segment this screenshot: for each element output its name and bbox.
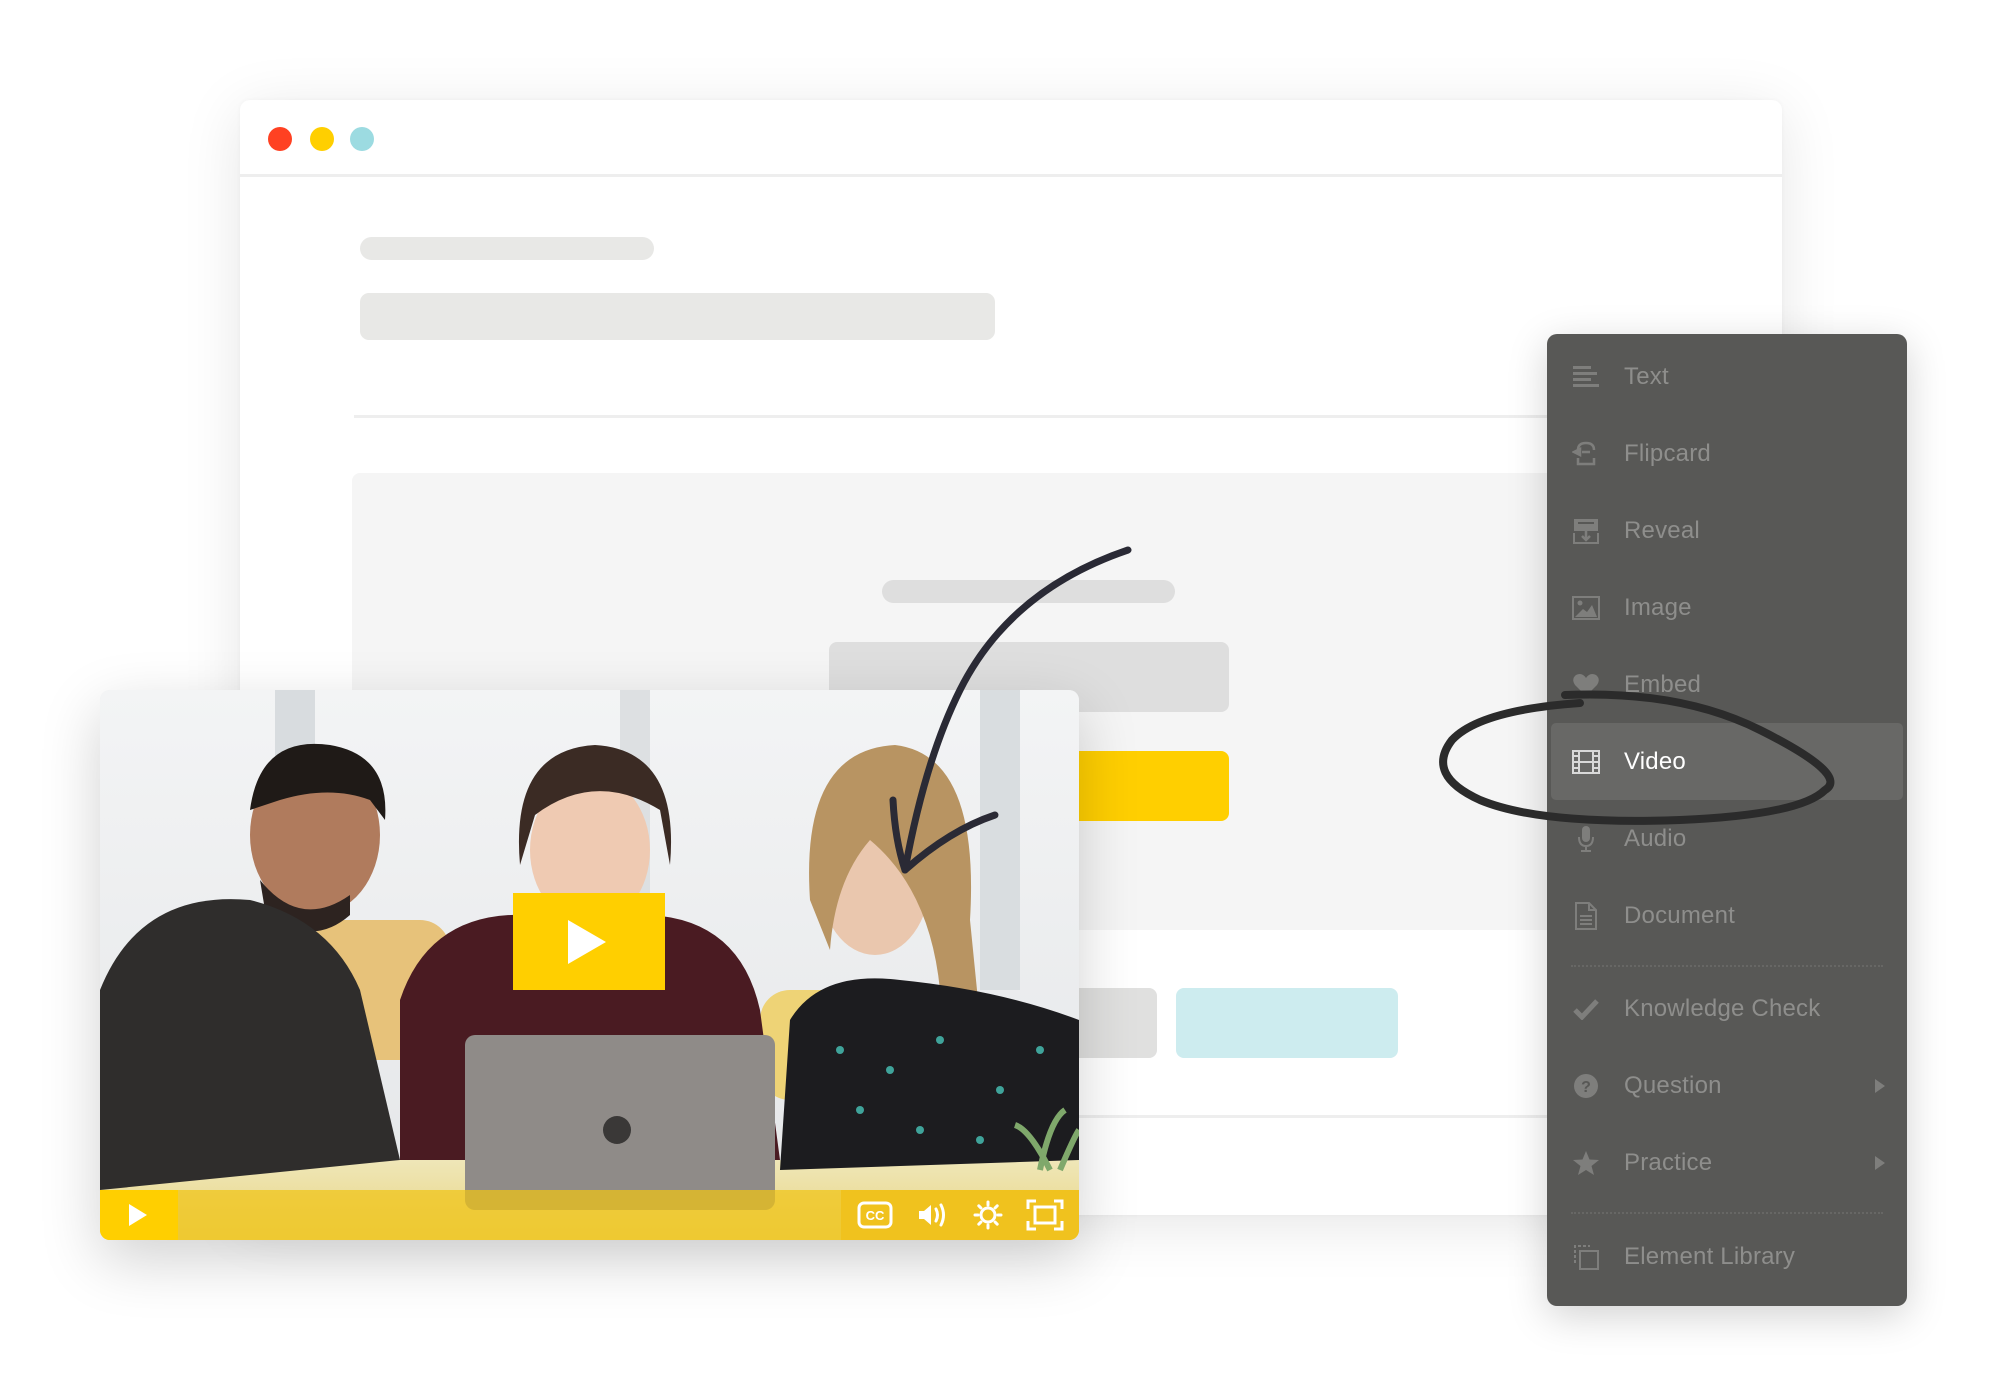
copy-stack-icon [1571,1242,1601,1272]
cc-icon: CC [857,1201,893,1229]
menu-item-document[interactable]: Document [1551,877,1903,954]
captions-button[interactable]: CC [855,1197,895,1233]
window-minimize-button[interactable] [310,127,334,151]
window-titlebar [240,100,1782,177]
flipcard-icon [1571,439,1601,469]
film-icon [1571,747,1601,777]
play-icon [568,920,606,964]
skeleton-title-short [360,237,654,260]
microphone-icon [1571,824,1601,854]
menu-item-video[interactable]: Video [1551,723,1903,800]
play-icon [129,1204,147,1226]
submenu-arrow-icon [1875,1155,1885,1170]
menu-item-flipcard[interactable]: Flipcard [1551,415,1903,492]
menu-item-text[interactable]: Text [1551,338,1903,415]
content-divider [354,415,1554,418]
text-lines-icon [1571,362,1601,392]
fullscreen-icon [1026,1199,1064,1231]
menu-item-reveal[interactable]: Reveal [1551,492,1903,569]
star-icon [1571,1148,1601,1178]
menu-item-question[interactable]: ? Question [1551,1047,1903,1124]
document-icon [1571,901,1601,931]
menu-item-label: Flipcard [1624,439,1711,467]
gear-icon [973,1200,1003,1230]
menu-item-label: Embed [1624,670,1702,698]
menu-item-knowledge-check[interactable]: Knowledge Check [1551,970,1903,1047]
menu-item-embed[interactable]: Embed [1551,646,1903,723]
menu-item-label: Reveal [1624,516,1700,544]
video-control-bar: CC [100,1190,1079,1240]
big-play-button[interactable] [513,893,665,990]
image-icon [1571,593,1601,623]
settings-button[interactable] [968,1197,1008,1233]
menu-item-element-library[interactable]: Element Library [1551,1218,1903,1295]
menu-separator [1571,965,1883,967]
skeleton-block-heading [882,580,1175,603]
insert-block-menu: Text Flipcard Reveal Image Embed Video A… [1547,334,1907,1306]
skeleton-cyan-button[interactable] [1176,988,1398,1058]
menu-item-label: Image [1624,593,1692,621]
svg-text:CC: CC [866,1208,885,1223]
fullscreen-button[interactable] [1025,1197,1065,1233]
menu-item-audio[interactable]: Audio [1551,800,1903,877]
window-maximize-button[interactable] [350,127,374,151]
menu-item-label: Text [1624,362,1669,390]
control-play-button[interactable] [100,1190,178,1240]
menu-item-label: Audio [1624,824,1687,852]
menu-item-label: Document [1624,901,1735,929]
menu-item-label: Video [1624,747,1686,775]
reveal-icon [1571,516,1601,546]
menu-item-label: Practice [1624,1148,1713,1176]
menu-item-label: Element Library [1624,1242,1796,1270]
submenu-arrow-icon [1875,1078,1885,1093]
question-circle-icon: ? [1571,1071,1601,1101]
window-close-button[interactable] [268,127,292,151]
menu-separator [1571,1212,1883,1214]
menu-item-label: Question [1624,1071,1722,1099]
heart-icon [1571,670,1601,700]
menu-item-label: Knowledge Check [1624,994,1821,1022]
volume-button[interactable] [912,1197,952,1233]
menu-item-image[interactable]: Image [1551,569,1903,646]
volume-icon [918,1203,945,1227]
svg-text:?: ? [1581,1079,1591,1096]
skeleton-title-long [360,293,995,340]
control-right-group: CC [841,1190,1079,1240]
menu-item-practice[interactable]: Practice [1551,1124,1903,1201]
checkmark-icon [1571,994,1601,1024]
